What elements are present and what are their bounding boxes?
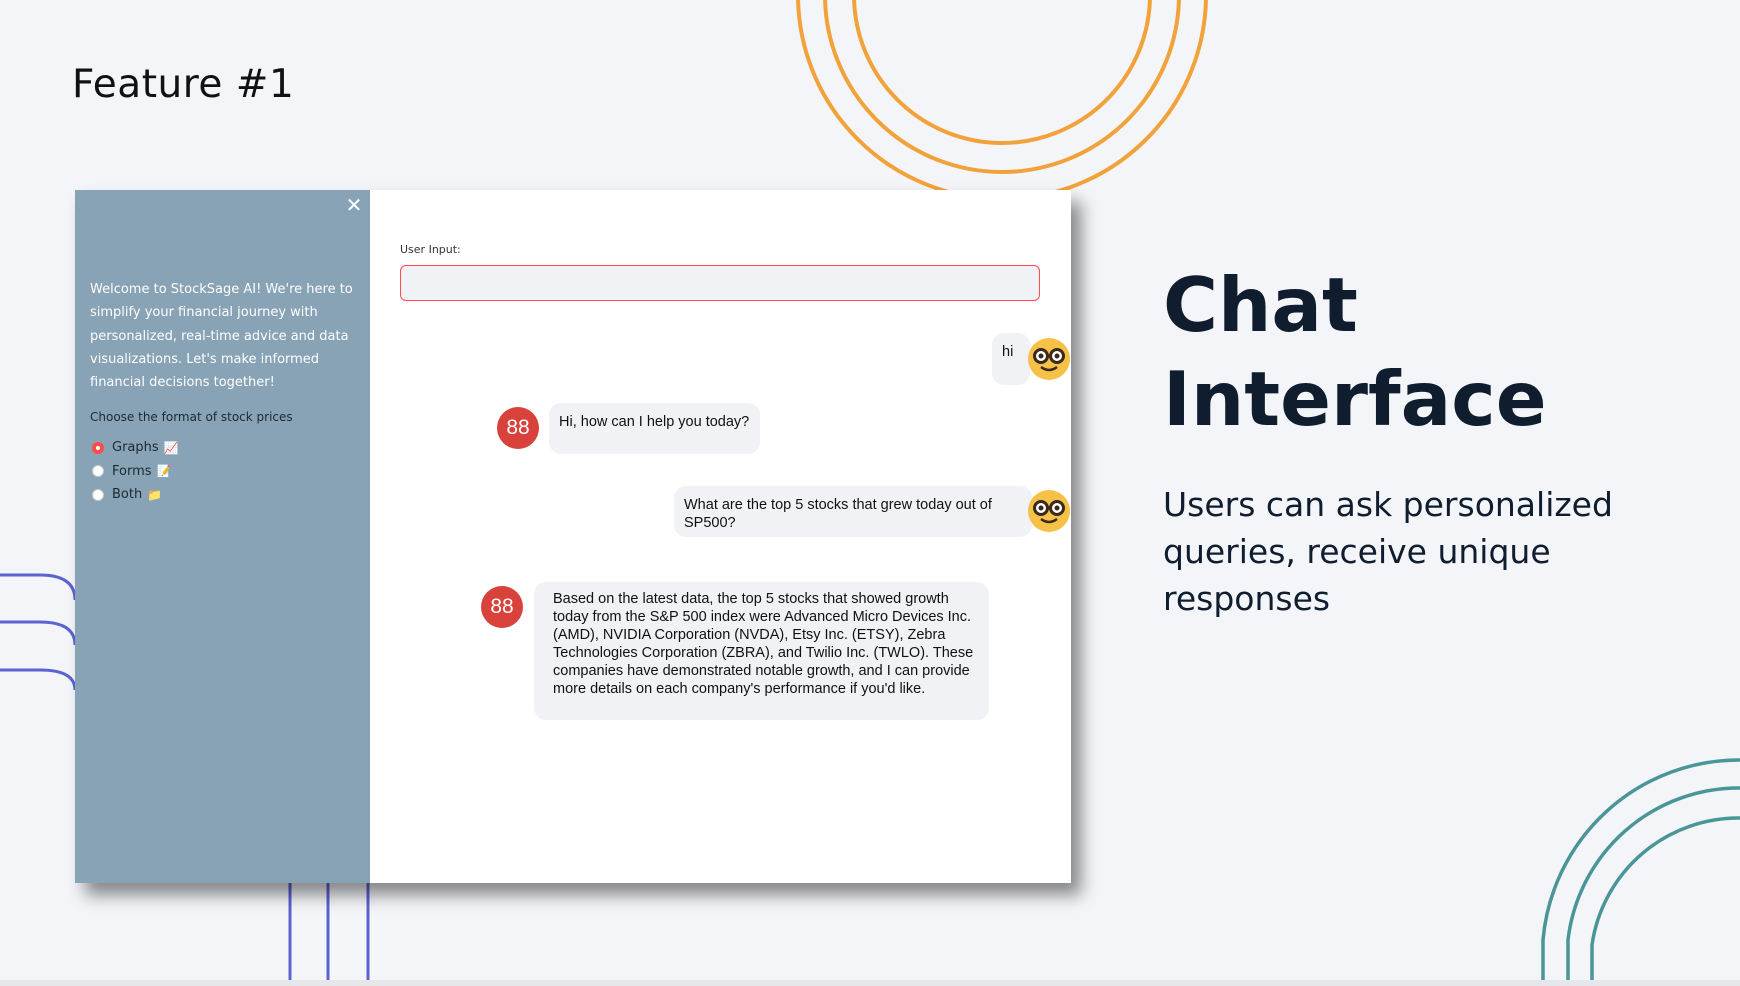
user-input[interactable] xyxy=(400,265,1040,301)
slide-description: Users can ask personalized queries, rece… xyxy=(1163,485,1613,618)
app-window-screenshot: ✕ Welcome to StockSage AI! We're here to… xyxy=(75,190,1071,883)
folder-icon: 📁 xyxy=(147,487,163,502)
radio-selected-icon[interactable] xyxy=(92,441,104,454)
radio-both[interactable]: Both 📁 xyxy=(92,483,179,507)
message-text: hi xyxy=(1002,344,1014,360)
radio-label: Graphs xyxy=(112,440,159,456)
sidebar: ✕ Welcome to StockSage AI! We're here to… xyxy=(75,190,370,883)
nerd-face-icon xyxy=(1028,338,1070,380)
user-message-bubble: What are the top 5 stocks that grew toda… xyxy=(674,486,1032,537)
message-text: Based on the latest data, the top 5 stoc… xyxy=(553,591,974,697)
radio-forms[interactable]: Forms 📝 xyxy=(92,460,179,484)
chat-main: User Input: hi 88 Hi, how can I help you… xyxy=(370,190,1071,883)
close-icon[interactable]: ✕ xyxy=(344,196,364,216)
radio-label: Both xyxy=(112,487,143,503)
slide-heading: Chat Interface xyxy=(1163,261,1547,443)
radio-label: Forms xyxy=(112,463,152,479)
welcome-text: Welcome to StockSage AI! We're here to s… xyxy=(90,282,353,391)
message-text: What are the top 5 stocks that grew toda… xyxy=(684,497,992,531)
bot-message-bubble: Hi, how can I help you today? xyxy=(549,403,760,454)
format-label: Choose the format of stock prices xyxy=(90,410,293,424)
bottom-strip xyxy=(0,980,1740,986)
feature-label: Feature #1 xyxy=(72,62,295,107)
radio-unselected-icon[interactable] xyxy=(92,465,104,478)
input-label: User Input: xyxy=(400,243,461,256)
radio-graphs[interactable]: Graphs 📈 xyxy=(92,436,179,460)
format-radio-group: Graphs 📈 Forms 📝 Both 📁 xyxy=(92,436,179,507)
user-message-bubble: hi xyxy=(992,333,1030,385)
bot-message-bubble: Based on the latest data, the top 5 stoc… xyxy=(534,582,989,720)
message-text: Hi, how can I help you today? xyxy=(559,414,750,430)
bot-avatar: 88 xyxy=(497,407,539,449)
bot-avatar: 88 xyxy=(481,586,523,628)
memo-icon: 📝 xyxy=(156,464,172,479)
nerd-face-icon xyxy=(1028,490,1070,532)
chart-increasing-icon: 📈 xyxy=(163,440,179,455)
radio-unselected-icon[interactable] xyxy=(92,488,104,501)
